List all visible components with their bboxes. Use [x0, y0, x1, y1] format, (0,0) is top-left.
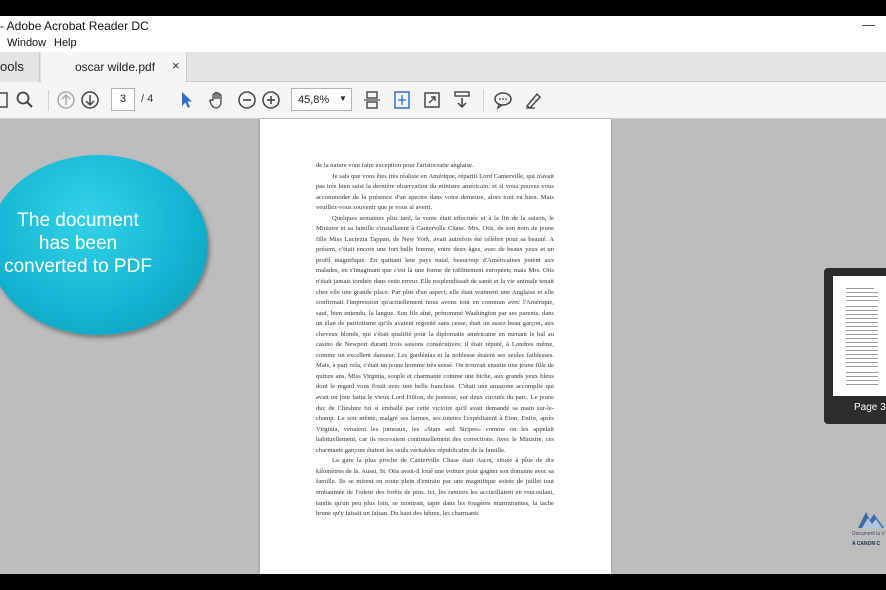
thumbnail-text-line [846, 366, 878, 367]
thumbnail-text-line [846, 362, 878, 363]
watermark-text: Document la V [852, 531, 885, 537]
fit-page-icon[interactable] [392, 90, 412, 110]
thumbnail-label: Page 3 [854, 402, 886, 413]
thumbnail-text-line [846, 346, 878, 347]
watermark-logo-icon [858, 512, 884, 528]
thumbnail-text-line [846, 372, 878, 373]
zoom-in-icon[interactable] [261, 90, 281, 110]
watermark-text: A CANON C [852, 541, 881, 547]
toolbar: 3 / 4 45,8% ▼ [0, 82, 886, 119]
tab-bar: ools oscar wilde.pdf × [0, 52, 886, 82]
menu-help[interactable]: Help [54, 37, 77, 49]
title-bar: - Adobe Acrobat Reader DC — [0, 16, 886, 36]
save-icon[interactable] [0, 90, 10, 110]
full-screen-icon[interactable] [422, 90, 442, 110]
thumbnail-text-line [846, 350, 878, 351]
thumbnail-text-line [846, 322, 878, 323]
page-text: de la nature vont faire exception pour l… [316, 161, 554, 520]
zoom-value: 45,8% [298, 94, 330, 106]
thumbnail-text-line [846, 296, 878, 297]
tab-tools-label: ools [0, 59, 24, 74]
zoom-out-icon[interactable] [237, 90, 257, 110]
hand-icon[interactable] [207, 90, 227, 110]
page-up-icon[interactable] [56, 90, 76, 110]
paragraph: de la nature vont faire exception pour l… [316, 162, 474, 169]
paragraph: Quelques semaines plus tard, la vente ét… [316, 214, 554, 454]
window-title: - Adobe Acrobat Reader DC [0, 19, 149, 33]
chevron-down-icon: ▼ [339, 94, 347, 103]
thumbnail-text-line [846, 334, 878, 335]
menu-bar: Window Help [0, 36, 886, 52]
thumbnail-text-line [846, 314, 878, 315]
toolbar-separator [483, 90, 484, 111]
zoom-dropdown[interactable]: 45,8% ▼ [291, 88, 352, 111]
tab-document[interactable]: oscar wilde.pdf × [41, 52, 187, 82]
callout-text: The document has been converted to PDF [0, 209, 168, 278]
comment-icon[interactable] [493, 90, 513, 110]
page-total: / 4 [141, 93, 154, 105]
thumbnail-text-line [846, 306, 878, 307]
page-down-icon[interactable] [80, 90, 100, 110]
select-cursor-icon[interactable] [176, 90, 196, 110]
thumbnail-text-line [846, 326, 878, 327]
thumbnail-text-line [846, 300, 878, 301]
paragraph: Je sais que vous êtes très réaliste en A… [316, 172, 554, 212]
document-viewer[interactable]: de la nature vont faire exception pour l… [0, 119, 886, 574]
tab-document-label: oscar wilde.pdf [75, 60, 156, 74]
letterbox-bottom [0, 574, 886, 590]
scrolling-mode-icon[interactable] [362, 90, 382, 110]
thumbnail-text-line [846, 380, 878, 381]
callout-line: has been [38, 233, 118, 254]
page-number-input[interactable]: 3 [111, 88, 135, 111]
page-thumbnail-panel[interactable]: Page 3 [824, 268, 886, 424]
thumbnail-text-line [846, 342, 878, 343]
menu-window[interactable]: Window [7, 37, 46, 49]
watermark: Document la V A CANON C [852, 508, 886, 556]
highlight-pen-icon[interactable] [523, 90, 543, 110]
thumbnail-text-line [846, 330, 878, 331]
paragraph: La gare la plus proche de Canterville Ch… [316, 457, 554, 518]
thumbnail-text-line [846, 384, 878, 385]
read-mode-icon[interactable] [452, 90, 472, 110]
page-thumbnail[interactable] [833, 276, 886, 396]
acrobat-window: - Adobe Acrobat Reader DC — Window Help … [0, 16, 886, 574]
thumbnail-text-line [846, 338, 878, 339]
toolbar-separator [48, 90, 49, 111]
thumbnail-text-line [846, 288, 874, 289]
callout-line: The document [17, 210, 139, 231]
pdf-page[interactable]: de la nature vont faire exception pour l… [260, 119, 611, 574]
thumbnail-text-line [846, 292, 878, 293]
thumbnail-text-line [846, 354, 878, 355]
callout-bubble: The document has been converted to PDF [0, 155, 208, 335]
letterbox-top [0, 0, 886, 16]
thumbnail-text-line [846, 376, 878, 377]
search-icon[interactable] [15, 90, 35, 110]
thumbnail-text-line [846, 358, 878, 359]
tab-tools[interactable]: ools [0, 52, 40, 82]
close-tab-icon[interactable]: × [172, 58, 180, 73]
thumbnail-text-line [846, 310, 878, 311]
thumbnail-text-line [846, 318, 878, 319]
minimize-button[interactable]: — [862, 17, 875, 32]
callout-line: converted to PDF [4, 256, 152, 277]
